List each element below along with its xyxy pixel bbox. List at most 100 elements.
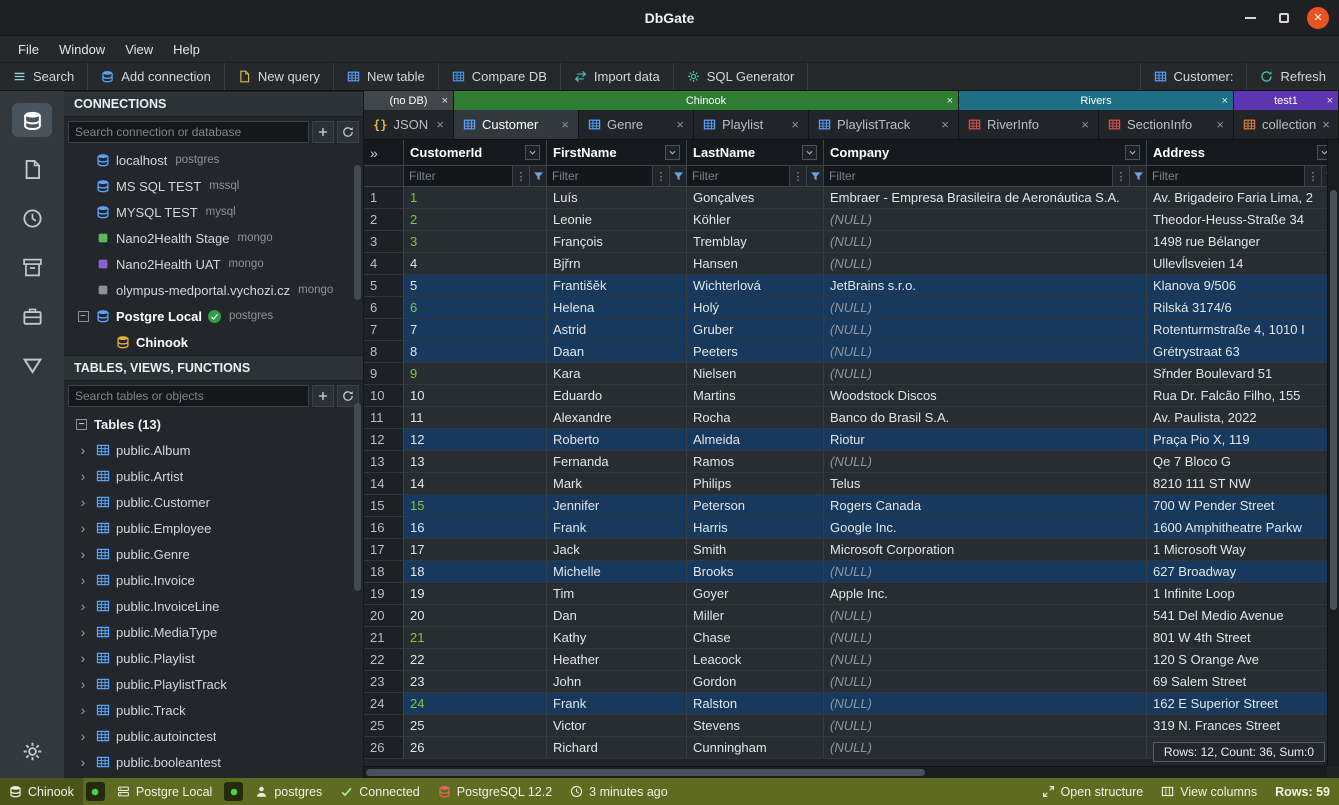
grid-row-16[interactable]: 1616FrankHarrisGoogle Inc.1600 Amphithea…	[364, 517, 1339, 539]
connection-localhost[interactable]: localhostpostgres	[64, 147, 363, 173]
cell-first[interactable]: Dan	[547, 605, 687, 626]
cell-address[interactable]: Theodor-Heuss-Straße 34	[1147, 209, 1339, 230]
column-menu-icon[interactable]	[1125, 145, 1140, 160]
cell-id[interactable]: 25	[404, 715, 547, 736]
cell-company[interactable]: (NULL)	[824, 363, 1147, 384]
cell-company[interactable]: (NULL)	[824, 231, 1147, 252]
cell-first[interactable]: Eduardo	[547, 385, 687, 406]
cell-id[interactable]: 9	[404, 363, 547, 384]
cell-address[interactable]: 69 Salem Street	[1147, 671, 1339, 692]
grid-row-15[interactable]: 1515JenniferPetersonRogers Canada700 W P…	[364, 495, 1339, 517]
cell-address[interactable]: Av. Paulista, 2022	[1147, 407, 1339, 428]
cell-address[interactable]: 8210 111 ST NW	[1147, 473, 1339, 494]
horizontal-scrollbar[interactable]	[364, 766, 1327, 778]
grid-row-23[interactable]: 2323JohnGordon(NULL)69 Salem Street	[364, 671, 1339, 693]
cell-id[interactable]: 21	[404, 627, 547, 648]
cell-id[interactable]: 8	[404, 341, 547, 362]
chevron-right-icon[interactable]: ›	[76, 468, 90, 484]
column-header-address[interactable]: Address	[1147, 140, 1339, 165]
tab-riverinfo[interactable]: RiverInfo×	[959, 110, 1099, 139]
cell-address[interactable]: 1 Microsoft Way	[1147, 539, 1339, 560]
cell-company[interactable]: Riotur	[824, 429, 1147, 450]
grid-row-14[interactable]: 1414MarkPhilipsTelus8210 111 ST NW	[364, 473, 1339, 495]
tab-sectioninfo[interactable]: SectionInfo×	[1099, 110, 1234, 139]
grid-row-8[interactable]: 88DaanPeeters(NULL)Grétrystraat 63	[364, 341, 1339, 363]
cell-last[interactable]: Ramos	[687, 451, 824, 472]
cell-address[interactable]: 120 S Orange Ave	[1147, 649, 1339, 670]
cell-id[interactable]: 1	[404, 187, 547, 208]
filter-funnel-icon[interactable]	[669, 166, 686, 186]
toolbar-sql-generator-button[interactable]: SQL Generator	[674, 63, 809, 90]
cell-first[interactable]: Daan	[547, 341, 687, 362]
cell-company[interactable]: Embraer - Empresa Brasileira de Aeronáut…	[824, 187, 1147, 208]
rail-cell-data-button[interactable]	[12, 348, 52, 382]
cell-id[interactable]: 18	[404, 561, 547, 582]
grid-row-9[interactable]: 99KaraNielsen(NULL)Sřnder Boulevard 51	[364, 363, 1339, 385]
cell-last[interactable]: Gruber	[687, 319, 824, 340]
cell-last[interactable]: Leacock	[687, 649, 824, 670]
cell-company[interactable]: (NULL)	[824, 209, 1147, 230]
cell-company[interactable]: (NULL)	[824, 715, 1147, 736]
menu-file[interactable]: File	[8, 39, 49, 60]
cell-first[interactable]: Luís	[547, 187, 687, 208]
table-public-invoiceline[interactable]: ›public.InvoiceLine	[64, 593, 363, 619]
cell-company[interactable]: Microsoft Corporation	[824, 539, 1147, 560]
cell-first[interactable]: Tim	[547, 583, 687, 604]
tab-group-chinook[interactable]: Chinook×	[454, 91, 959, 110]
grid-row-10[interactable]: 1010EduardoMartinsWoodstock DiscosRua Dr…	[364, 385, 1339, 407]
cell-first[interactable]: Richard	[547, 737, 687, 758]
toolbar-new-query-button[interactable]: New query	[225, 63, 334, 90]
cell-last[interactable]: Peterson	[687, 495, 824, 516]
table-public-genre[interactable]: ›public.Genre	[64, 541, 363, 567]
table-public-customer[interactable]: ›public.Customer	[64, 489, 363, 515]
grid-row-21[interactable]: 2121KathyChase(NULL)801 W 4th Street	[364, 627, 1339, 649]
table-public-invoice[interactable]: ›public.Invoice	[64, 567, 363, 593]
table-public-autoinctest[interactable]: ›public.autoinctest	[64, 723, 363, 749]
tab-customer[interactable]: Customer×	[454, 110, 579, 139]
cell-first[interactable]: Frank	[547, 693, 687, 714]
cell-id[interactable]: 16	[404, 517, 547, 538]
filter-menu-icon[interactable]: ⋮	[1112, 166, 1129, 186]
toolbar-new-table-button[interactable]: New table	[334, 63, 439, 90]
grid-row-20[interactable]: 2020DanMiller(NULL)541 Del Medio Avenue	[364, 605, 1339, 627]
menu-window[interactable]: Window	[49, 39, 115, 60]
grid-row-25[interactable]: 2525VictorStevens(NULL)319 N. Frances St…	[364, 715, 1339, 737]
cell-last[interactable]: Harris	[687, 517, 824, 538]
cell-company[interactable]: (NULL)	[824, 649, 1147, 670]
cell-id[interactable]: 26	[404, 737, 547, 758]
cell-id[interactable]: 7	[404, 319, 547, 340]
filter-input-address[interactable]	[1147, 166, 1304, 186]
connections-search-input[interactable]	[68, 121, 309, 143]
cell-last[interactable]: Tremblay	[687, 231, 824, 252]
cell-company[interactable]: (NULL)	[824, 319, 1147, 340]
grid-row-13[interactable]: 1313FernandaRamos(NULL)Qe 7 Bloco G	[364, 451, 1339, 473]
refresh-connections-button[interactable]	[337, 121, 359, 143]
toolbar-refresh-button[interactable]: Refresh	[1246, 63, 1339, 90]
cell-last[interactable]: Brooks	[687, 561, 824, 582]
cell-id[interactable]: 13	[404, 451, 547, 472]
statusbar-status[interactable]: Connected	[331, 778, 428, 805]
cell-address[interactable]: 541 Del Medio Avenue	[1147, 605, 1339, 626]
cell-id[interactable]: 3	[404, 231, 547, 252]
cell-company[interactable]: (NULL)	[824, 561, 1147, 582]
column-header-firstname[interactable]: FirstName	[547, 140, 687, 165]
close-group-icon[interactable]: ×	[947, 95, 953, 107]
cell-address[interactable]: 700 W Pender Street	[1147, 495, 1339, 516]
filter-funnel-icon[interactable]	[806, 166, 823, 186]
vertical-scrollbar-thumb[interactable]	[1330, 190, 1337, 610]
tables-search-input[interactable]	[68, 385, 309, 407]
grid-row-7[interactable]: 77AstridGruber(NULL)Rotenturmstraße 4, 1…	[364, 319, 1339, 341]
connection-postgre-local[interactable]: −Postgre Localpostgres	[64, 303, 363, 329]
cell-company[interactable]: Rogers Canada	[824, 495, 1147, 516]
grid-row-1[interactable]: 11LuísGonçalvesEmbraer - Empresa Brasile…	[364, 187, 1339, 209]
table-public-track[interactable]: ›public.Track	[64, 697, 363, 723]
close-tab-icon[interactable]: ×	[561, 117, 569, 132]
cell-id[interactable]: 24	[404, 693, 547, 714]
column-header-company[interactable]: Company	[824, 140, 1147, 165]
column-header-customerid[interactable]: CustomerId	[404, 140, 547, 165]
cell-address[interactable]: 1 Infinite Loop	[1147, 583, 1339, 604]
cell-address[interactable]: Av. Brigadeiro Faria Lima, 2	[1147, 187, 1339, 208]
filter-input-lastname[interactable]	[687, 166, 789, 186]
cell-last[interactable]: Peeters	[687, 341, 824, 362]
filter-funnel-icon[interactable]	[1129, 166, 1146, 186]
